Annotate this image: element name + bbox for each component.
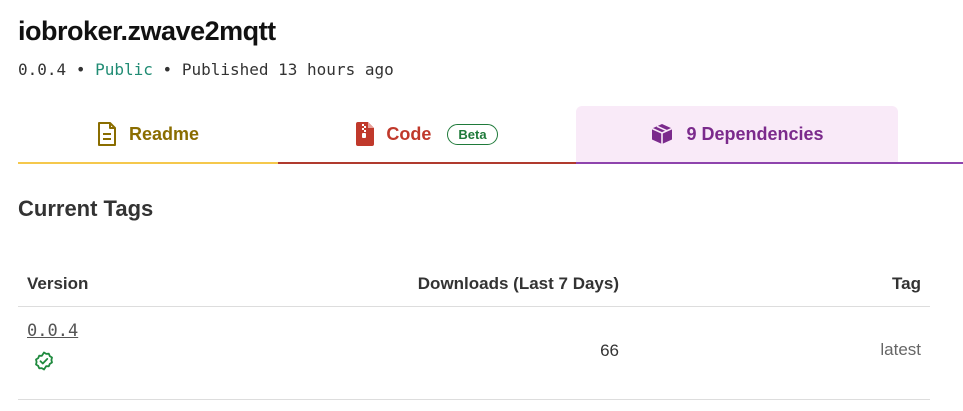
meta-separator: • [162, 60, 173, 79]
table-header: Version Downloads (Last 7 Days) Tag [18, 264, 930, 307]
check-circle-icon [34, 351, 54, 376]
meta-separator: • [75, 60, 86, 79]
zip-file-icon [356, 122, 375, 146]
beta-badge: Beta [447, 123, 498, 145]
tab-readme[interactable]: Readme [18, 106, 278, 164]
package-version: 0.0.4 [18, 60, 67, 79]
tag-label: latest [880, 340, 921, 359]
visibility-label: Public [95, 60, 153, 79]
column-header-tag: Tag [892, 274, 921, 293]
version-link[interactable]: 0.0.4 [27, 321, 78, 341]
published-time: Published 13 hours ago [181, 60, 394, 79]
column-header-version: Version [27, 274, 89, 293]
document-icon [97, 122, 117, 146]
column-header-downloads: Downloads (Last 7 Days) [417, 274, 619, 293]
tab-code[interactable]: Code Beta [278, 106, 576, 164]
tags-table: Version Downloads (Last 7 Days) Tag 0.0.… [18, 264, 930, 400]
downloads-count: 66 [600, 341, 619, 360]
box-icon [650, 122, 674, 146]
package-meta: 0.0.4 • Public • Published 13 hours ago [18, 60, 394, 79]
package-tabs: Readme Code Beta 9 Dependencies [18, 106, 963, 164]
table-row: 0.0.4 66 latest [18, 307, 930, 400]
tab-dependencies-label: 9 Dependencies [686, 123, 824, 144]
tab-dependencies[interactable]: 9 Dependencies [576, 106, 963, 164]
package-page: iobroker.zwave2mqtt 0.0.4 • Public • Pub… [0, 0, 963, 411]
tab-readme-label: Readme [128, 123, 200, 144]
current-tags-title: Current Tags [18, 196, 154, 221]
tab-code-label: Code [386, 123, 432, 144]
package-title: iobroker.zwave2mqtt [18, 16, 276, 46]
